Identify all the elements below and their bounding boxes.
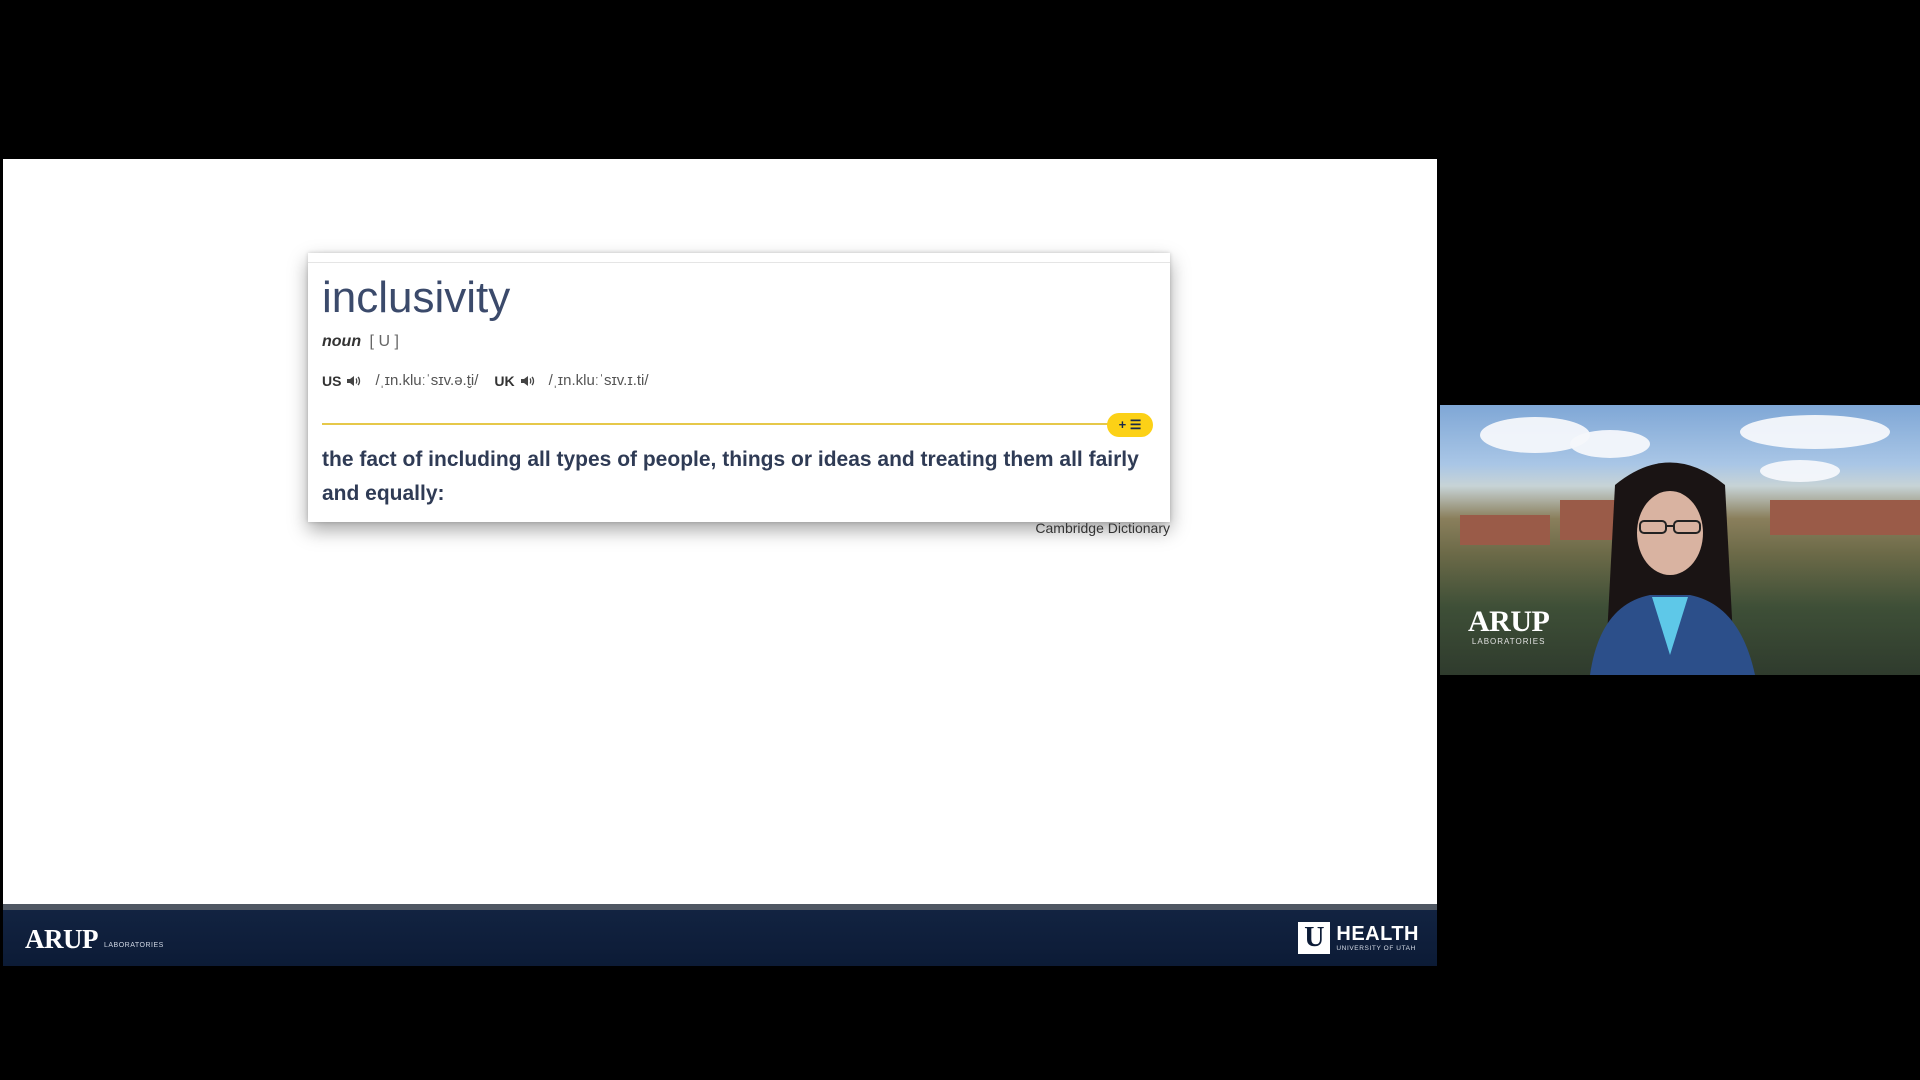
grammar-code: [ U ] [369,333,399,350]
headword: inclusivity [322,273,511,322]
health-title: HEALTH [1336,922,1419,945]
part-of-speech-row: noun [ U ] [322,333,399,351]
presentation-slide: inclusivity noun [ U ] US /ˌɪn.kluːˈsɪv.… [3,159,1437,966]
uk-label: UK [494,372,515,389]
uk-ipa: /ˌɪn.kluːˈsɪv.ɪ.ti/ [548,372,649,389]
card-divider [308,262,1170,263]
presenter-figure [1590,462,1755,675]
speaker-icon [347,375,361,386]
speaker-icon [520,375,534,386]
webcam-logo-sub: LABORATORIES [1471,637,1546,646]
building-shape [1770,500,1920,535]
arup-logo-text: ARUP [25,924,99,954]
slide-footer: ARUP LABORATORIES U HEALTH UNIVERSITY OF… [3,904,1437,966]
webcam-arup-logo: ARUP LABORATORIES [1468,605,1550,646]
us-label: US [322,372,342,389]
us-ipa: /ˌɪn.kluːˈsɪv.ə.t̬i/ [375,372,479,389]
building-shape [1460,515,1550,545]
add-to-list-badge: + ☰ [1107,413,1153,437]
pronunciation-row: US /ˌɪn.kluːˈsɪv.ə.t̬i/ UK /ˌɪn.kluːˈsɪv… [322,372,665,389]
part-of-speech: noun [322,333,362,350]
arup-logo: ARUP LABORATORIES [25,924,164,955]
definition-rule [322,423,1112,425]
dictionary-card: inclusivity noun [ U ] US /ˌɪn.kluːˈsɪv.… [308,253,1170,522]
cloud-shape [1740,415,1890,449]
definition-text: the fact of including all types of peopl… [322,448,1139,505]
health-subtitle: UNIVERSITY OF UTAH [1336,944,1416,952]
arup-logo-sub: LABORATORIES [104,942,164,949]
u-mark: U [1298,922,1331,954]
u-health-logo: U HEALTH UNIVERSITY OF UTAH [1298,922,1419,954]
webcam-logo-text: ARUP [1468,605,1550,638]
speaker-webcam: ARUP LABORATORIES [1440,405,1920,675]
source-caption: Cambridge Dictionary [1035,520,1170,536]
